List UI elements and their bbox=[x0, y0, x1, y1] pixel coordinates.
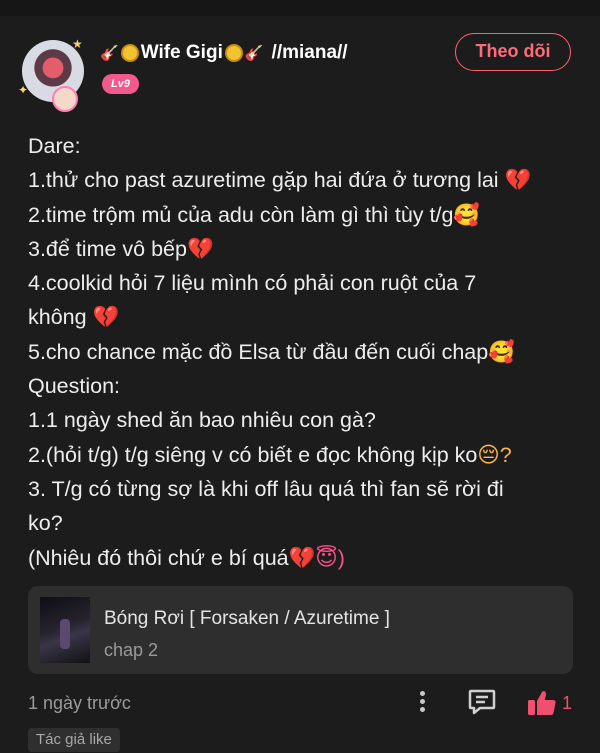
body-line: Question: bbox=[28, 374, 121, 399]
broken-heart-icon: 💔 bbox=[186, 236, 214, 261]
top-divider bbox=[0, 0, 600, 16]
sparkle-icon: ✦ bbox=[18, 83, 29, 97]
smiling-hearts-icon: 🥰 bbox=[488, 339, 515, 364]
avatar[interactable]: ✦ ★ bbox=[18, 37, 84, 112]
coin-icon bbox=[224, 44, 243, 62]
pensive-face-icon: 😔? bbox=[477, 442, 512, 467]
username-main: Wife Gigi bbox=[140, 42, 223, 63]
body-line: 1.1 ngày shed ăn bao nhiêu con gà? bbox=[28, 408, 376, 433]
story-title: Bóng Rơi [ Forsaken / Azuretime ] bbox=[104, 608, 390, 629]
body-line: 5.cho chance mặc đồ Elsa từ đầu đến cuối… bbox=[28, 339, 515, 364]
username-suffix: //miana// bbox=[271, 42, 348, 63]
body-line: 4.coolkid hỏi 7 liệu mình có phải con ru… bbox=[28, 271, 477, 296]
like-thumb-icon[interactable] bbox=[527, 689, 557, 717]
smiling-hearts-icon: 🥰 bbox=[453, 202, 481, 227]
body-line: 2.(hỏi t/g) t/g siêng v có biết e đọc kh… bbox=[28, 442, 512, 467]
body-line: ko? bbox=[28, 511, 63, 536]
guitar-icon: 🎸 bbox=[100, 45, 119, 62]
body-line: 3.để time vô bếp💔 bbox=[28, 236, 214, 261]
comment-footer: 1 ngày trước 1 bbox=[0, 680, 600, 726]
comment-icon[interactable] bbox=[468, 689, 496, 715]
story-thumbnail bbox=[40, 597, 90, 663]
body-line: 2.time trộm mủ của adu còn làm gì thì tù… bbox=[28, 202, 481, 227]
body-line: 3. T/g có từng sợ là khi off lâu quá thì… bbox=[28, 476, 504, 501]
story-link-card[interactable]: Bóng Rơi [ Forsaken / Azuretime ] chap 2 bbox=[28, 586, 573, 674]
chapter-label: chap 2 bbox=[104, 640, 159, 660]
author-liked-tag: Tác giả like bbox=[28, 728, 120, 752]
body-line: (Nhiêu đó thôi chứ e bí quá💔😇) bbox=[28, 545, 345, 570]
body-line: Dare: bbox=[28, 134, 81, 158]
level-badge: Lv9 bbox=[102, 74, 139, 94]
coin-icon bbox=[120, 44, 139, 62]
broken-heart-icon: 💔 bbox=[92, 305, 120, 330]
like-count: 1 bbox=[562, 693, 573, 713]
body-line: 1.thử cho past azuretime gặp hai đứa ở t… bbox=[28, 168, 532, 193]
timestamp: 1 ngày trước bbox=[28, 693, 131, 713]
broken-heart-icon: 💔 bbox=[504, 168, 532, 193]
comment-header: ✦ ★ 🎸 Wife Gigi 🎸 //miana// Lv9 Theo dõi bbox=[0, 28, 600, 112]
broken-heart-halo-icon: 💔😇) bbox=[288, 545, 345, 570]
comment-body: Dare: 1.thử cho past azuretime gặp hai đ… bbox=[28, 129, 588, 575]
guitar-icon: 🎸 bbox=[244, 45, 264, 62]
more-vertical-icon[interactable] bbox=[412, 688, 432, 718]
follow-button[interactable]: Theo dõi bbox=[455, 33, 571, 71]
star-icon: ★ bbox=[72, 37, 83, 51]
avatar-badge bbox=[52, 86, 78, 112]
username[interactable]: 🎸 Wife Gigi 🎸 //miana// bbox=[100, 42, 348, 64]
body-line: không 💔 bbox=[28, 305, 120, 330]
